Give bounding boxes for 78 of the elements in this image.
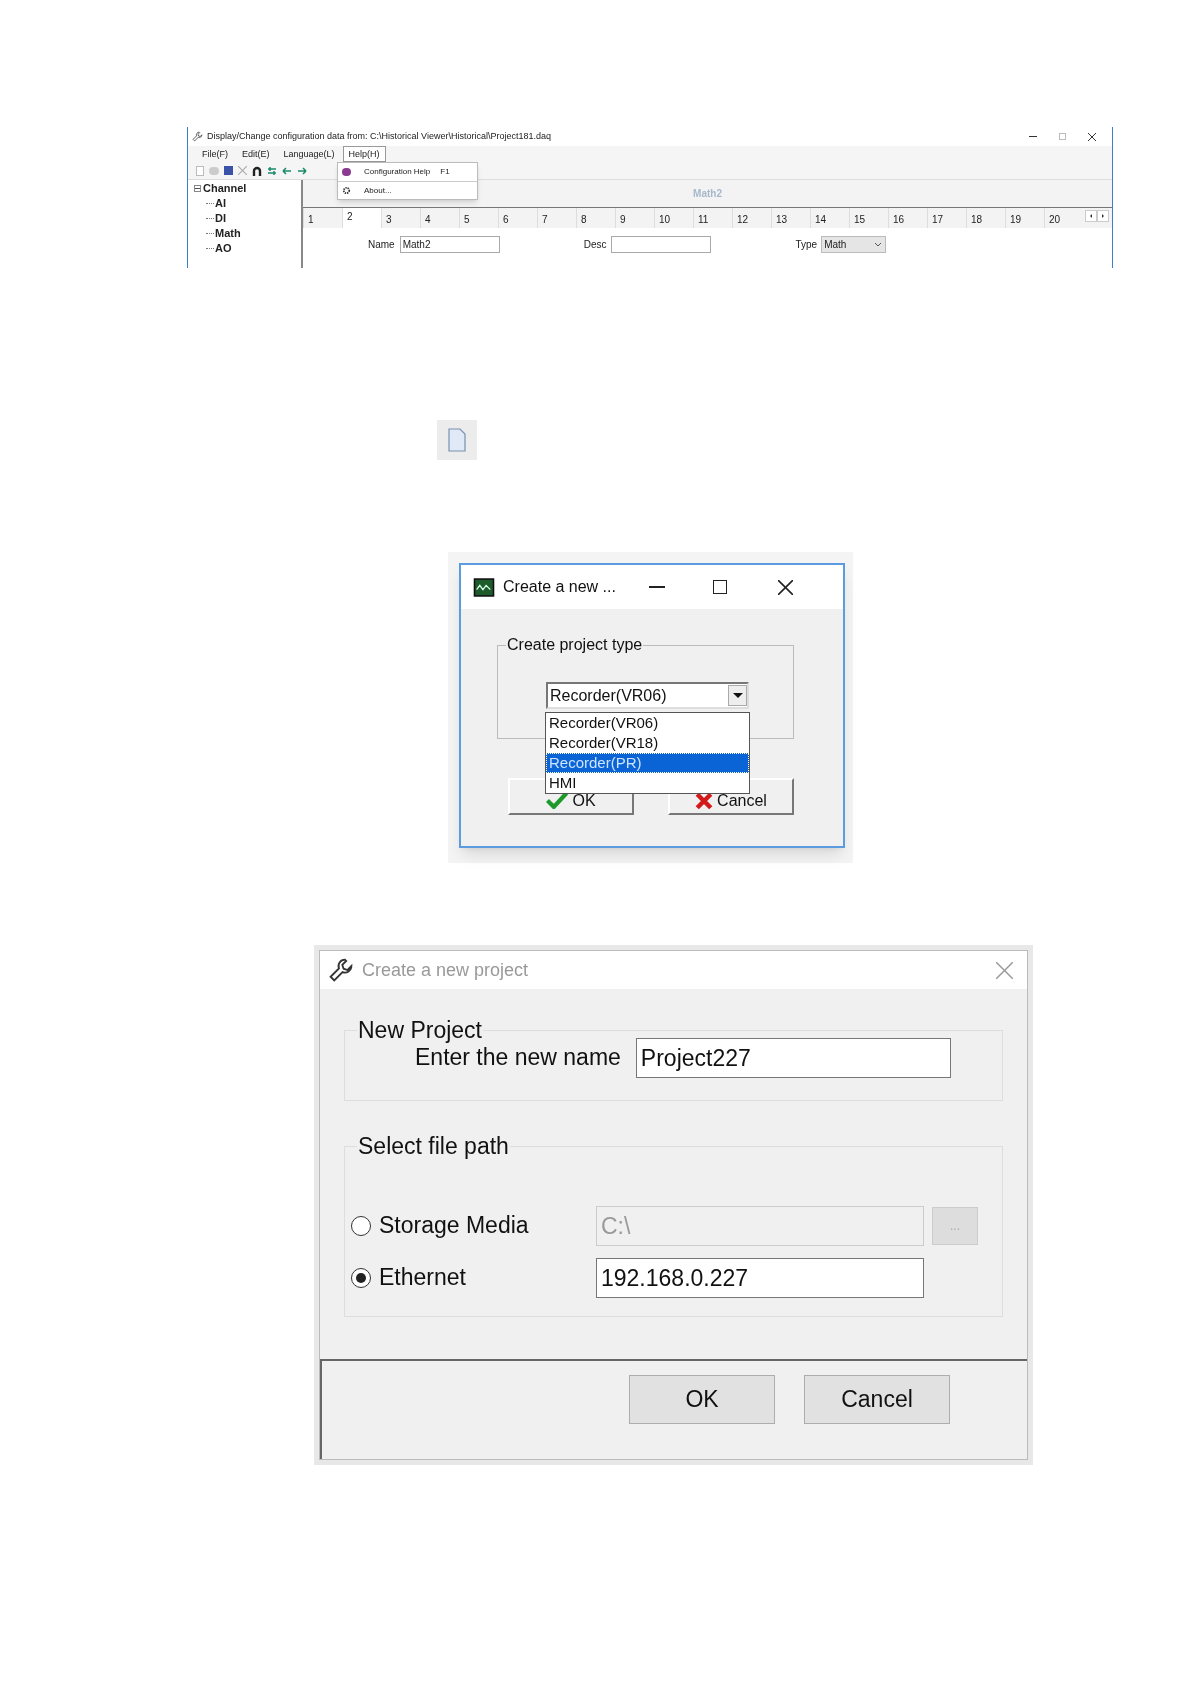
group-label: Create project type: [506, 635, 644, 655]
menu-item[interactable]: Configuration Help F1: [338, 163, 477, 181]
tree-item[interactable]: Channel: [203, 181, 247, 196]
radio-label[interactable]: Storage Media: [379, 1208, 596, 1243]
close-icon[interactable]: [1088, 132, 1096, 141]
chevron-icon: [875, 243, 882, 247]
path-field[interactable]: 192.168.0.227: [596, 1257, 924, 1298]
channel-tab[interactable]: 3: [381, 208, 420, 228]
channel-tab[interactable]: 16: [888, 208, 927, 228]
channel-tab[interactable]: 19: [1005, 208, 1044, 228]
field-label: Name: [368, 238, 395, 252]
desc-field[interactable]: [611, 236, 712, 253]
group-label: Select file path: [357, 1132, 510, 1161]
close-icon[interactable]: [777, 579, 793, 595]
menu-item[interactable]: Help(H): [342, 146, 386, 162]
dialog-button[interactable]: OK: [629, 1375, 775, 1424]
channel-tab[interactable]: 12: [732, 208, 771, 228]
new-file-icon[interactable]: [196, 165, 204, 176]
field-label: Type: [795, 238, 818, 252]
dropdown-button[interactable]: [728, 685, 747, 706]
menu-item[interactable]: File(F): [196, 146, 234, 162]
channel-tab[interactable]: 13: [771, 208, 810, 228]
group-label: New Project: [357, 1016, 483, 1045]
dialog-button[interactable]: Cancel: [804, 1375, 950, 1424]
channel-tab[interactable]: 8: [576, 208, 615, 228]
dropdown-option[interactable]: Recorder(VR18): [546, 733, 749, 753]
wrench-icon: [192, 131, 203, 142]
name-field[interactable]: Math2: [399, 236, 500, 253]
maximize-icon[interactable]: [712, 580, 727, 594]
swap-icon[interactable]: [267, 165, 277, 176]
channel-tab[interactable]: 9: [615, 208, 654, 228]
menu-item[interactable]: Language(L): [277, 146, 341, 162]
channel-tab[interactable]: 7: [537, 208, 576, 228]
field-label: Enter the new name: [415, 1043, 621, 1073]
field-label: Desc: [583, 238, 607, 252]
tree-item[interactable]: DI: [215, 211, 226, 226]
channel-tab[interactable]: 15: [849, 208, 888, 228]
radio-button[interactable]: [351, 1215, 371, 1236]
name-field[interactable]: Project227: [635, 1037, 951, 1078]
radio-button[interactable]: [351, 1267, 371, 1288]
channel-tab[interactable]: 20: [1044, 208, 1083, 228]
channel-tab[interactable]: 11: [693, 208, 732, 228]
delete-icon[interactable]: [238, 166, 247, 175]
channel-tab[interactable]: 17: [927, 208, 966, 228]
check-icon: [546, 792, 569, 809]
chart-icon: [473, 577, 495, 597]
dropdown-option[interactable]: Recorder(VR06): [546, 713, 749, 733]
panel-title: Math2: [693, 187, 722, 201]
tree-item[interactable]: AO: [215, 241, 232, 256]
gear-icon: [342, 186, 351, 195]
type-dropdown[interactable]: Math: [821, 236, 887, 253]
minimize-icon[interactable]: [648, 586, 665, 588]
channel-tab[interactable]: 14: [810, 208, 849, 228]
channel-tab[interactable]: 5: [459, 208, 498, 228]
document-icon[interactable]: [447, 428, 467, 452]
channel-tab[interactable]: 2: [342, 208, 381, 228]
dialog-title: Create a new ...: [503, 577, 616, 597]
window-title: Display/Change configuration data from: C:\Historical Viewer\Historical\Project181.daq: [207, 129, 551, 143]
tree-item[interactable]: AI: [215, 196, 226, 211]
horseshoe-icon[interactable]: [252, 165, 262, 176]
arrow-right-icon[interactable]: [297, 165, 307, 176]
cross-icon: [695, 791, 714, 810]
channel-tab[interactable]: 18: [966, 208, 1005, 228]
dropdown-option[interactable]: Recorder(PR): [546, 753, 749, 773]
channel-tab[interactable]: 10: [654, 208, 693, 228]
scroll-left-button[interactable]: [1085, 210, 1097, 222]
tree-toggle-icon[interactable]: [194, 185, 201, 192]
wrench-icon: [328, 957, 354, 983]
dialog-title: Create a new project: [362, 958, 529, 982]
radio-label[interactable]: Ethernet: [379, 1260, 596, 1295]
channel-tab[interactable]: 4: [420, 208, 459, 228]
type-combo[interactable]: Recorder(VR06): [546, 682, 749, 709]
menu-item[interactable]: Edit(E): [236, 146, 276, 162]
menu-item[interactable]: About...: [338, 181, 477, 199]
scroll-right-button[interactable]: [1097, 210, 1109, 222]
channel-tab[interactable]: 6: [498, 208, 537, 228]
arrow-left-icon[interactable]: [282, 165, 292, 176]
tree-item[interactable]: Math: [215, 226, 241, 241]
